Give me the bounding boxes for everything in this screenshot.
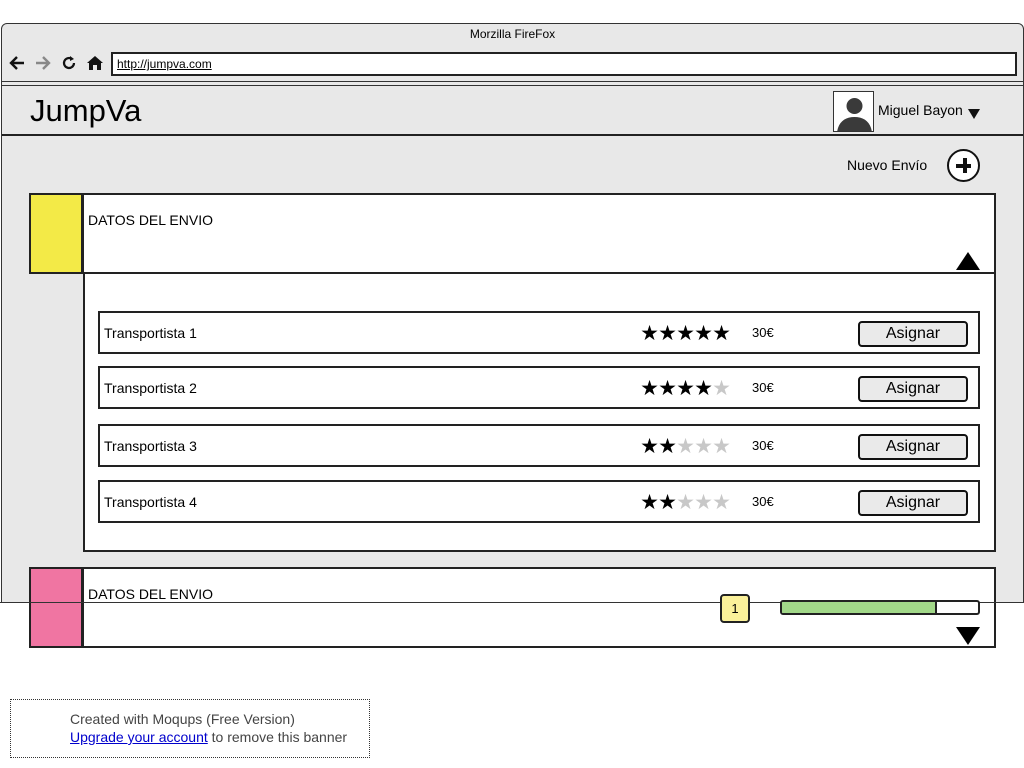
forward-arrow-icon[interactable] — [34, 54, 52, 72]
star-icon: ★ — [658, 435, 677, 458]
carrier-row: Transportista 3 ★★★★★ 30€ Asignar — [98, 424, 980, 467]
brand-logo[interactable]: JumpVa — [30, 93, 141, 129]
star-icon: ★ — [712, 377, 731, 400]
app-header: JumpVa Miguel Bayon — [2, 88, 1023, 136]
url-bar[interactable]: http://jumpva.com — [111, 52, 1017, 76]
star-icon: ★ — [676, 491, 695, 514]
star-icon: ★ — [658, 322, 677, 345]
shipment-color-marker — [29, 567, 84, 648]
shipment-color-marker — [29, 193, 84, 274]
carrier-price: 30€ — [752, 494, 774, 509]
star-icon: ★ — [658, 491, 677, 514]
window-title: Morzilla FireFox — [469, 27, 556, 41]
progress-fill — [782, 602, 937, 613]
reload-icon[interactable] — [60, 54, 78, 72]
divider — [2, 81, 1023, 82]
shipment-panel-header[interactable]: DATOS DEL ENVIO — [29, 193, 996, 274]
moqups-banner: Created with Moqups (Free Version) Upgra… — [10, 699, 370, 758]
banner-line2: Upgrade your account to remove this bann… — [70, 728, 369, 746]
shipment-progress-bar — [780, 600, 980, 615]
upgrade-link[interactable]: Upgrade your account — [70, 729, 208, 745]
carrier-name: Transportista 4 — [104, 494, 197, 510]
carrier-row: Transportista 4 ★★★★★ 30€ Asignar — [98, 480, 980, 523]
star-icon: ★ — [694, 377, 713, 400]
user-menu-caret-icon[interactable] — [968, 109, 980, 119]
carrier-price: 30€ — [752, 438, 774, 453]
user-silhouette-icon — [837, 98, 872, 131]
banner-suffix: to remove this banner — [207, 729, 348, 745]
carrier-price: 30€ — [752, 380, 774, 395]
banner-text: Created with Moqups (Free Version) — [70, 711, 295, 727]
assign-button[interactable]: Asignar — [858, 376, 968, 402]
assign-button[interactable]: Asignar — [858, 321, 968, 347]
carrier-row: Transportista 2 ★★★★★ 30€ Asignar — [98, 366, 980, 409]
collapse-triangle-icon[interactable] — [956, 252, 980, 270]
star-icon: ★ — [676, 435, 695, 458]
star-rating: ★★★★★ — [640, 376, 731, 401]
star-icon: ★ — [712, 322, 731, 345]
url-text: http://jumpva.com — [117, 57, 212, 71]
carrier-price: 30€ — [752, 325, 774, 340]
star-icon: ★ — [712, 435, 731, 458]
star-icon: ★ — [640, 491, 659, 514]
user-name[interactable]: Miguel Bayon — [878, 102, 963, 118]
star-icon: ★ — [694, 322, 713, 345]
star-icon: ★ — [658, 377, 677, 400]
home-icon[interactable] — [86, 54, 104, 72]
star-icon: ★ — [676, 322, 695, 345]
star-rating: ★★★★★ — [640, 490, 731, 515]
carrier-name: Transportista 2 — [104, 380, 197, 396]
assign-button[interactable]: Asignar — [858, 490, 968, 516]
back-arrow-icon[interactable] — [8, 54, 26, 72]
star-icon: ★ — [676, 377, 695, 400]
carrier-name: Transportista 1 — [104, 325, 197, 341]
add-shipment-button[interactable] — [947, 149, 980, 182]
carrier-name: Transportista 3 — [104, 438, 197, 454]
shipment-panel-title: DATOS DEL ENVIO — [88, 586, 213, 602]
star-icon: ★ — [640, 322, 659, 345]
assign-button[interactable]: Asignar — [858, 434, 968, 460]
star-rating: ★★★★★ — [640, 321, 731, 346]
star-icon: ★ — [694, 491, 713, 514]
new-shipment-label: Nuevo Envío — [847, 157, 928, 173]
star-rating: ★★★★★ — [640, 434, 731, 459]
carrier-row: Transportista 1 ★★★★★ 30€ Asignar — [98, 311, 980, 354]
shipment-panel-title: DATOS DEL ENVIO — [88, 212, 213, 228]
star-icon: ★ — [694, 435, 713, 458]
notification-badge[interactable]: 1 — [720, 594, 750, 623]
divider — [2, 85, 1023, 86]
star-icon: ★ — [712, 491, 731, 514]
expand-triangle-icon[interactable] — [956, 627, 980, 645]
star-icon: ★ — [640, 435, 659, 458]
star-icon: ★ — [640, 377, 659, 400]
avatar[interactable] — [833, 91, 874, 132]
